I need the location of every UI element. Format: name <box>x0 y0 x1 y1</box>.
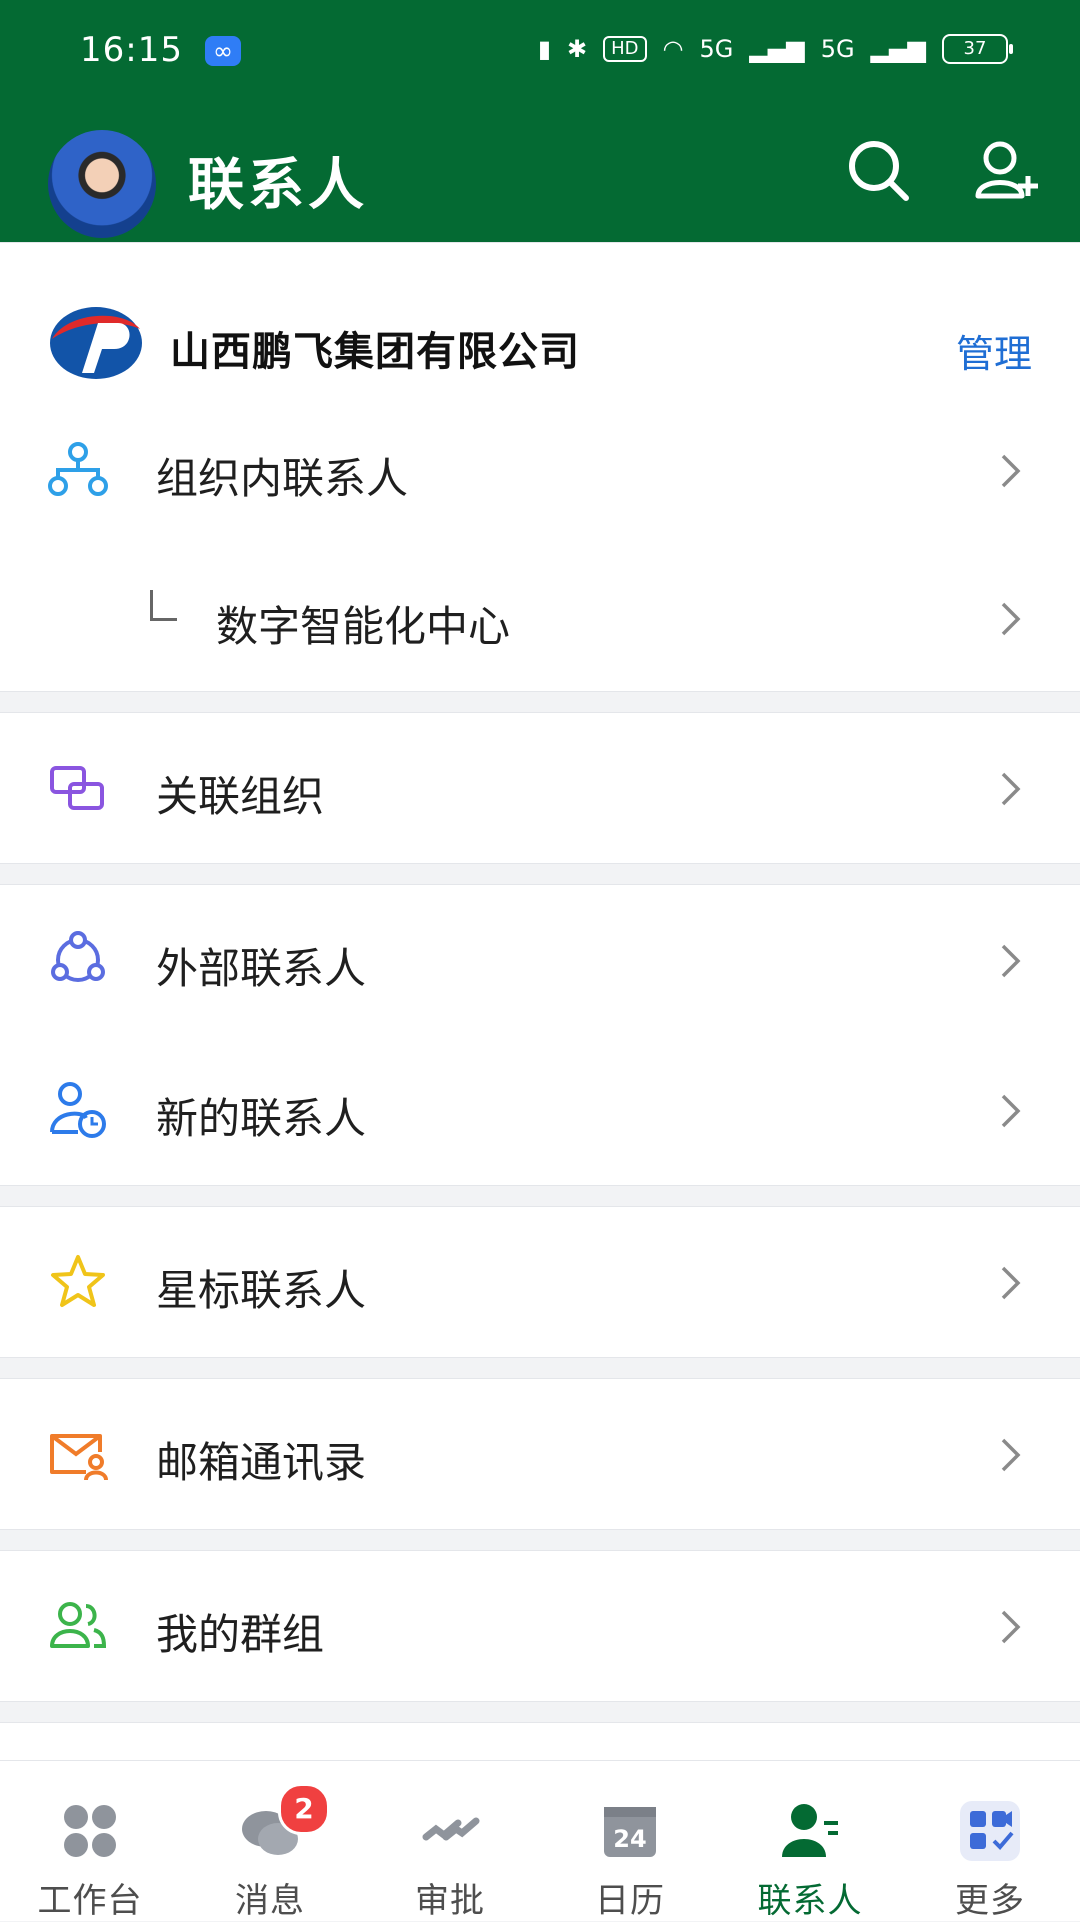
avatar[interactable] <box>48 130 156 238</box>
org-structure-icon <box>48 442 108 496</box>
approval-check-icon <box>422 1817 480 1841</box>
hd-icon: HD <box>603 36 647 62</box>
row-label: 组织内联系人 <box>156 454 409 503</box>
chevron-right-icon <box>1001 1438 1021 1472</box>
calendar-icon: 24 <box>604 1807 656 1857</box>
company-logo-icon <box>50 307 142 379</box>
manage-button[interactable]: 管理 <box>956 323 1032 378</box>
chevron-right-icon <box>1001 944 1021 978</box>
tab-contacts[interactable]: 联系人 <box>720 1761 900 1921</box>
tree-branch-icon <box>150 590 177 621</box>
tab-label: 工作台 <box>37 1881 143 1921</box>
infinity-app-icon: ∞ <box>205 36 241 66</box>
row-label: 新的联系人 <box>156 1094 367 1143</box>
tab-calendar[interactable]: 24 日历 <box>540 1761 720 1921</box>
signal-bars-icon: ▂▄▆ <box>870 35 926 63</box>
row-linked-org[interactable]: 关联组织 <box>0 713 1080 863</box>
battery-icon: 37 <box>942 34 1013 64</box>
company-name: 山西鹏飞集团有限公司 <box>170 329 580 375</box>
bottom-nav: 工作台 2 消息 审批 24 日历 联系人 更多 <box>0 1760 1080 1921</box>
signal-bars-icon: ▂▄▆ <box>749 35 805 63</box>
company-section: 山西鹏飞集团有限公司 管理 组织内联系人 数字智能化中心 <box>0 242 1080 692</box>
new-contact-clock-icon <box>50 1082 106 1138</box>
signal-2-label: 5G <box>820 35 855 63</box>
tab-label: 消息 <box>235 1881 305 1921</box>
unread-badge: 2 <box>278 1783 330 1835</box>
linked-org-section: 关联组织 <box>0 712 1080 864</box>
wifi-icon: ◠ <box>662 35 684 63</box>
tab-workbench[interactable]: 工作台 <box>0 1761 180 1921</box>
chevron-right-icon <box>1001 1610 1021 1644</box>
calendar-day: 24 <box>613 1825 646 1853</box>
chevron-right-icon <box>1001 1094 1021 1128</box>
row-org-contacts[interactable]: 组织内联系人 <box>0 395 1080 545</box>
starred-section: 星标联系人 <box>0 1206 1080 1358</box>
more-apps-icon <box>960 1801 1020 1861</box>
row-label: 邮箱通讯录 <box>156 1438 367 1487</box>
mail-contact-icon <box>50 1434 108 1481</box>
row-new-contacts[interactable]: 新的联系人 <box>0 1035 1080 1185</box>
chevron-right-icon <box>1001 602 1021 636</box>
tab-approval[interactable]: 审批 <box>360 1761 540 1921</box>
external-section: 外部联系人 新的联系人 <box>0 884 1080 1186</box>
tab-messages[interactable]: 2 消息 <box>180 1761 360 1921</box>
bluetooth-icon: ✱ <box>567 35 588 63</box>
row-label: 外部联系人 <box>156 944 367 993</box>
row-label: 关联组织 <box>156 772 325 821</box>
row-label: 星标联系人 <box>156 1266 367 1315</box>
chevron-right-icon <box>1001 1266 1021 1300</box>
row-mail-directory[interactable]: 邮箱通讯录 <box>0 1379 1080 1529</box>
group-icon <box>50 1602 107 1648</box>
linked-org-icon <box>50 766 104 810</box>
app-header: 16:15 ∞ ▮ ✱ HD ◠ 5G ▂▄▆ 5G ▂▄▆ 37 联系人 <box>0 0 1080 242</box>
groups-section: 我的群组 <box>0 1550 1080 1702</box>
tab-label: 日历 <box>595 1881 665 1921</box>
row-my-groups[interactable]: 我的群组 <box>0 1551 1080 1701</box>
tab-label: 联系人 <box>757 1881 863 1921</box>
contacts-active-icon <box>782 1804 838 1857</box>
workbench-icon <box>64 1805 116 1857</box>
vibrate-icon: ▮ <box>537 35 552 63</box>
status-icons: ▮ ✱ HD ◠ 5G ▂▄▆ 5G ▂▄▆ 37 <box>537 34 1013 64</box>
mail-section: 邮箱通讯录 <box>0 1378 1080 1530</box>
tab-label: 更多 <box>955 1881 1025 1921</box>
status-bar: 16:15 ∞ ▮ ✱ HD ◠ 5G ▂▄▆ 5G ▂▄▆ 37 <box>0 0 1080 100</box>
status-time: 16:15 <box>80 30 183 70</box>
tab-label: 审批 <box>415 1881 485 1921</box>
page-title: 联系人 <box>188 153 368 218</box>
search-icon[interactable] <box>846 138 910 202</box>
row-starred-contacts[interactable]: 星标联系人 <box>0 1207 1080 1357</box>
signal-1-label: 5G <box>699 35 734 63</box>
chevron-right-icon <box>1001 454 1021 488</box>
add-user-icon[interactable] <box>972 138 1042 208</box>
row-label: 数字智能化中心 <box>216 602 511 651</box>
row-label: 我的群组 <box>156 1610 325 1659</box>
next-section-peek <box>0 1722 1080 1763</box>
tab-more[interactable]: 更多 <box>900 1761 1080 1921</box>
row-external-contacts[interactable]: 外部联系人 <box>0 885 1080 1035</box>
star-icon <box>51 1255 105 1307</box>
chevron-right-icon <box>1001 772 1021 806</box>
external-contacts-icon <box>51 931 105 982</box>
